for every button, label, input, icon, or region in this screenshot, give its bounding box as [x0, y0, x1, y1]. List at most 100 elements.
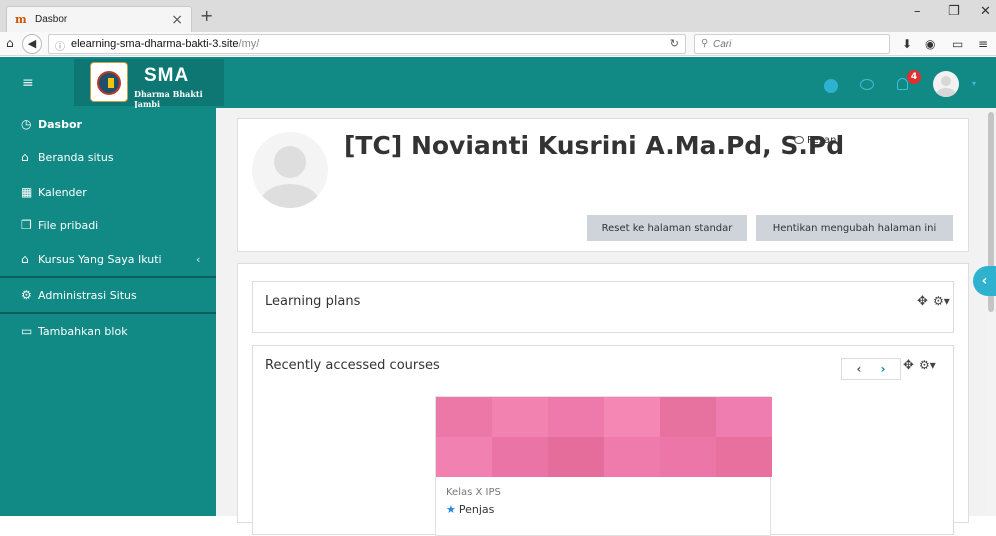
stop-editing-button[interactable]: Hentikan mengubah halaman ini — [756, 215, 953, 241]
calendar-icon: ▦ — [21, 185, 33, 199]
pattern-tile — [436, 437, 492, 477]
sidebar-item-label: Kursus Yang Saya Ikuti — [38, 253, 162, 266]
pattern-tile — [604, 397, 660, 437]
sidebar-item-label: File pribadi — [38, 219, 99, 232]
course-pager: ‹ › — [841, 358, 901, 380]
address-bar[interactable]: ⓘ elearning-sma-dharma-bakti-3.site/my/ … — [48, 34, 686, 54]
sidebar-item-label: Dasbor — [38, 118, 82, 131]
browser-tab[interactable]: m Dasbor × — [6, 6, 192, 32]
avatar-body — [936, 88, 956, 97]
pocket-icon[interactable]: ◉ — [925, 37, 935, 51]
site-header: ≡ SMA Dharma Bhakti Jambi 4 ▾ — [0, 57, 996, 109]
user-avatar[interactable] — [933, 71, 959, 97]
sidebar-item-label: Kalender — [38, 186, 87, 199]
block-drawer-toggle-icon[interactable]: ‹ — [973, 266, 996, 296]
browser-search-input[interactable] — [713, 37, 883, 51]
site-favicon-icon: m — [15, 12, 27, 26]
pattern-tile — [716, 437, 772, 477]
gear-icon[interactable]: ⚙▾ — [933, 294, 950, 308]
sidebar-item-kalender[interactable]: ▦ Kalender — [0, 176, 216, 209]
block-title: Learning plans — [265, 294, 361, 309]
avatar-body — [260, 184, 320, 208]
brand-subtitle: Dharma Bhakti Jambi — [134, 89, 203, 109]
main-content: [TC] Novianti Kusrini A.Ma.Pd, S.Pd Pesa… — [216, 108, 986, 536]
avatar-head — [941, 76, 951, 86]
learning-plans-block: Learning plans ✥ ⚙▾ — [252, 281, 954, 333]
sidebar-item-tambahkan-blok[interactable]: ▭ Tambahkan blok — [0, 315, 216, 348]
gear-icon[interactable]: ⚙▾ — [919, 358, 936, 372]
profile-avatar — [252, 132, 328, 208]
logo-emblem — [97, 71, 121, 95]
message-label: Pesan — [807, 135, 837, 146]
home-icon[interactable]: ⌂ — [6, 36, 14, 50]
sidebar-item-label: Tambahkan blok — [38, 325, 128, 338]
close-tab-icon[interactable]: × — [171, 12, 183, 28]
site-info-icon[interactable]: ⓘ — [55, 38, 65, 53]
page-scrollbar[interactable] — [986, 108, 996, 516]
move-icon[interactable]: ✥ — [903, 358, 914, 373]
move-icon[interactable]: ✥ — [917, 294, 928, 309]
sidebar-item-label: Administrasi Situs — [38, 289, 137, 302]
sidebar-item-kursus-yang-saya-ikuti[interactable]: ⌂ Kursus Yang Saya Ikuti ‹ — [0, 243, 216, 276]
sidebar-item-beranda-situs[interactable]: ⌂ Beranda situs — [0, 141, 216, 174]
pattern-tile — [548, 397, 604, 437]
pattern-tile — [436, 397, 492, 437]
graduation-cap-icon: ⌂ — [21, 252, 29, 266]
sidebar-toggle-icon[interactable]: ▭ — [952, 37, 963, 51]
course-name[interactable]: ★ Penjas — [446, 503, 494, 516]
notification-badge: 4 — [907, 70, 921, 84]
sidebar-item-administrasi-situs[interactable]: ⚙ Administrasi Situs — [0, 279, 216, 312]
chevron-left-icon[interactable]: ‹ — [849, 362, 869, 376]
reload-icon[interactable]: ↻ — [670, 37, 679, 50]
pattern-tile — [492, 397, 548, 437]
chevron-right-icon[interactable]: › — [873, 362, 893, 376]
reset-page-button[interactable]: Reset ke halaman standar — [587, 215, 747, 241]
files-icon: ❐ — [21, 218, 32, 232]
tab-title: Dasbor — [35, 14, 68, 25]
sidebar-divider — [0, 276, 216, 278]
block-region: Learning plans ✥ ⚙▾ Recently accessed co… — [237, 263, 969, 536]
url-text[interactable]: elearning-sma-dharma-bakti-3.site/my/ — [71, 38, 259, 50]
pattern-tile — [716, 397, 772, 437]
school-logo — [90, 62, 128, 102]
menu-icon[interactable]: ≡ — [978, 37, 988, 51]
course-card[interactable]: Kelas X IPS ★ Penjas — [435, 396, 772, 536]
messages-icon[interactable] — [860, 79, 874, 90]
user-menu-caret-icon[interactable]: ▾ — [972, 79, 976, 88]
home-icon: ⌂ — [21, 150, 29, 164]
brand-title: SMA — [144, 65, 190, 86]
course-name-label: Penjas — [458, 503, 495, 516]
chat-bubble-icon — [794, 136, 804, 144]
browser-tab-bar: m Dasbor × + – ❐ ✕ — [0, 0, 996, 32]
message-link[interactable]: Pesan — [794, 135, 837, 146]
sidebar-item-file-pribadi[interactable]: ❐ File pribadi — [0, 209, 216, 242]
hamburger-menu-icon[interactable]: ≡ — [22, 75, 34, 91]
course-image-pattern — [436, 397, 772, 477]
logo-torch — [108, 78, 114, 88]
sidebar-item-dasbor[interactable]: ◷ Dasbor — [0, 108, 216, 141]
pattern-tile — [604, 437, 660, 477]
search-icon: ⚲ — [701, 38, 709, 49]
download-icon[interactable]: ⬇ — [902, 37, 912, 51]
language-globe-icon[interactable] — [824, 79, 838, 93]
recently-accessed-courses-block: Recently accessed courses ‹ › ✥ ⚙▾ Kelas… — [252, 345, 954, 536]
new-tab-button[interactable]: + — [200, 6, 213, 25]
course-category: Kelas X IPS — [446, 487, 501, 498]
sidebar-divider — [0, 312, 216, 314]
page-title: [TC] Novianti Kusrini A.Ma.Pd, S.Pd — [344, 131, 845, 160]
site-brand[interactable]: SMA Dharma Bhakti Jambi — [74, 59, 224, 109]
pattern-tile — [660, 397, 716, 437]
minimize-icon[interactable]: – — [914, 4, 921, 19]
avatar-head — [274, 146, 306, 178]
dashboard-icon: ◷ — [21, 117, 32, 131]
pattern-tile — [660, 437, 716, 477]
notification-bell-icon[interactable] — [897, 78, 908, 90]
sidebar-item-label: Beranda situs — [38, 151, 114, 164]
profile-header-card: [TC] Novianti Kusrini A.Ma.Pd, S.Pd Pesa… — [237, 118, 969, 252]
pattern-tile — [548, 437, 604, 477]
browser-search-box[interactable]: ⚲ — [694, 34, 890, 54]
window-close-icon[interactable]: ✕ — [980, 4, 991, 19]
restore-icon[interactable]: ❐ — [948, 4, 960, 19]
back-button-icon[interactable]: ◀ — [22, 34, 42, 54]
chevron-left-icon[interactable]: ‹ — [196, 253, 200, 266]
